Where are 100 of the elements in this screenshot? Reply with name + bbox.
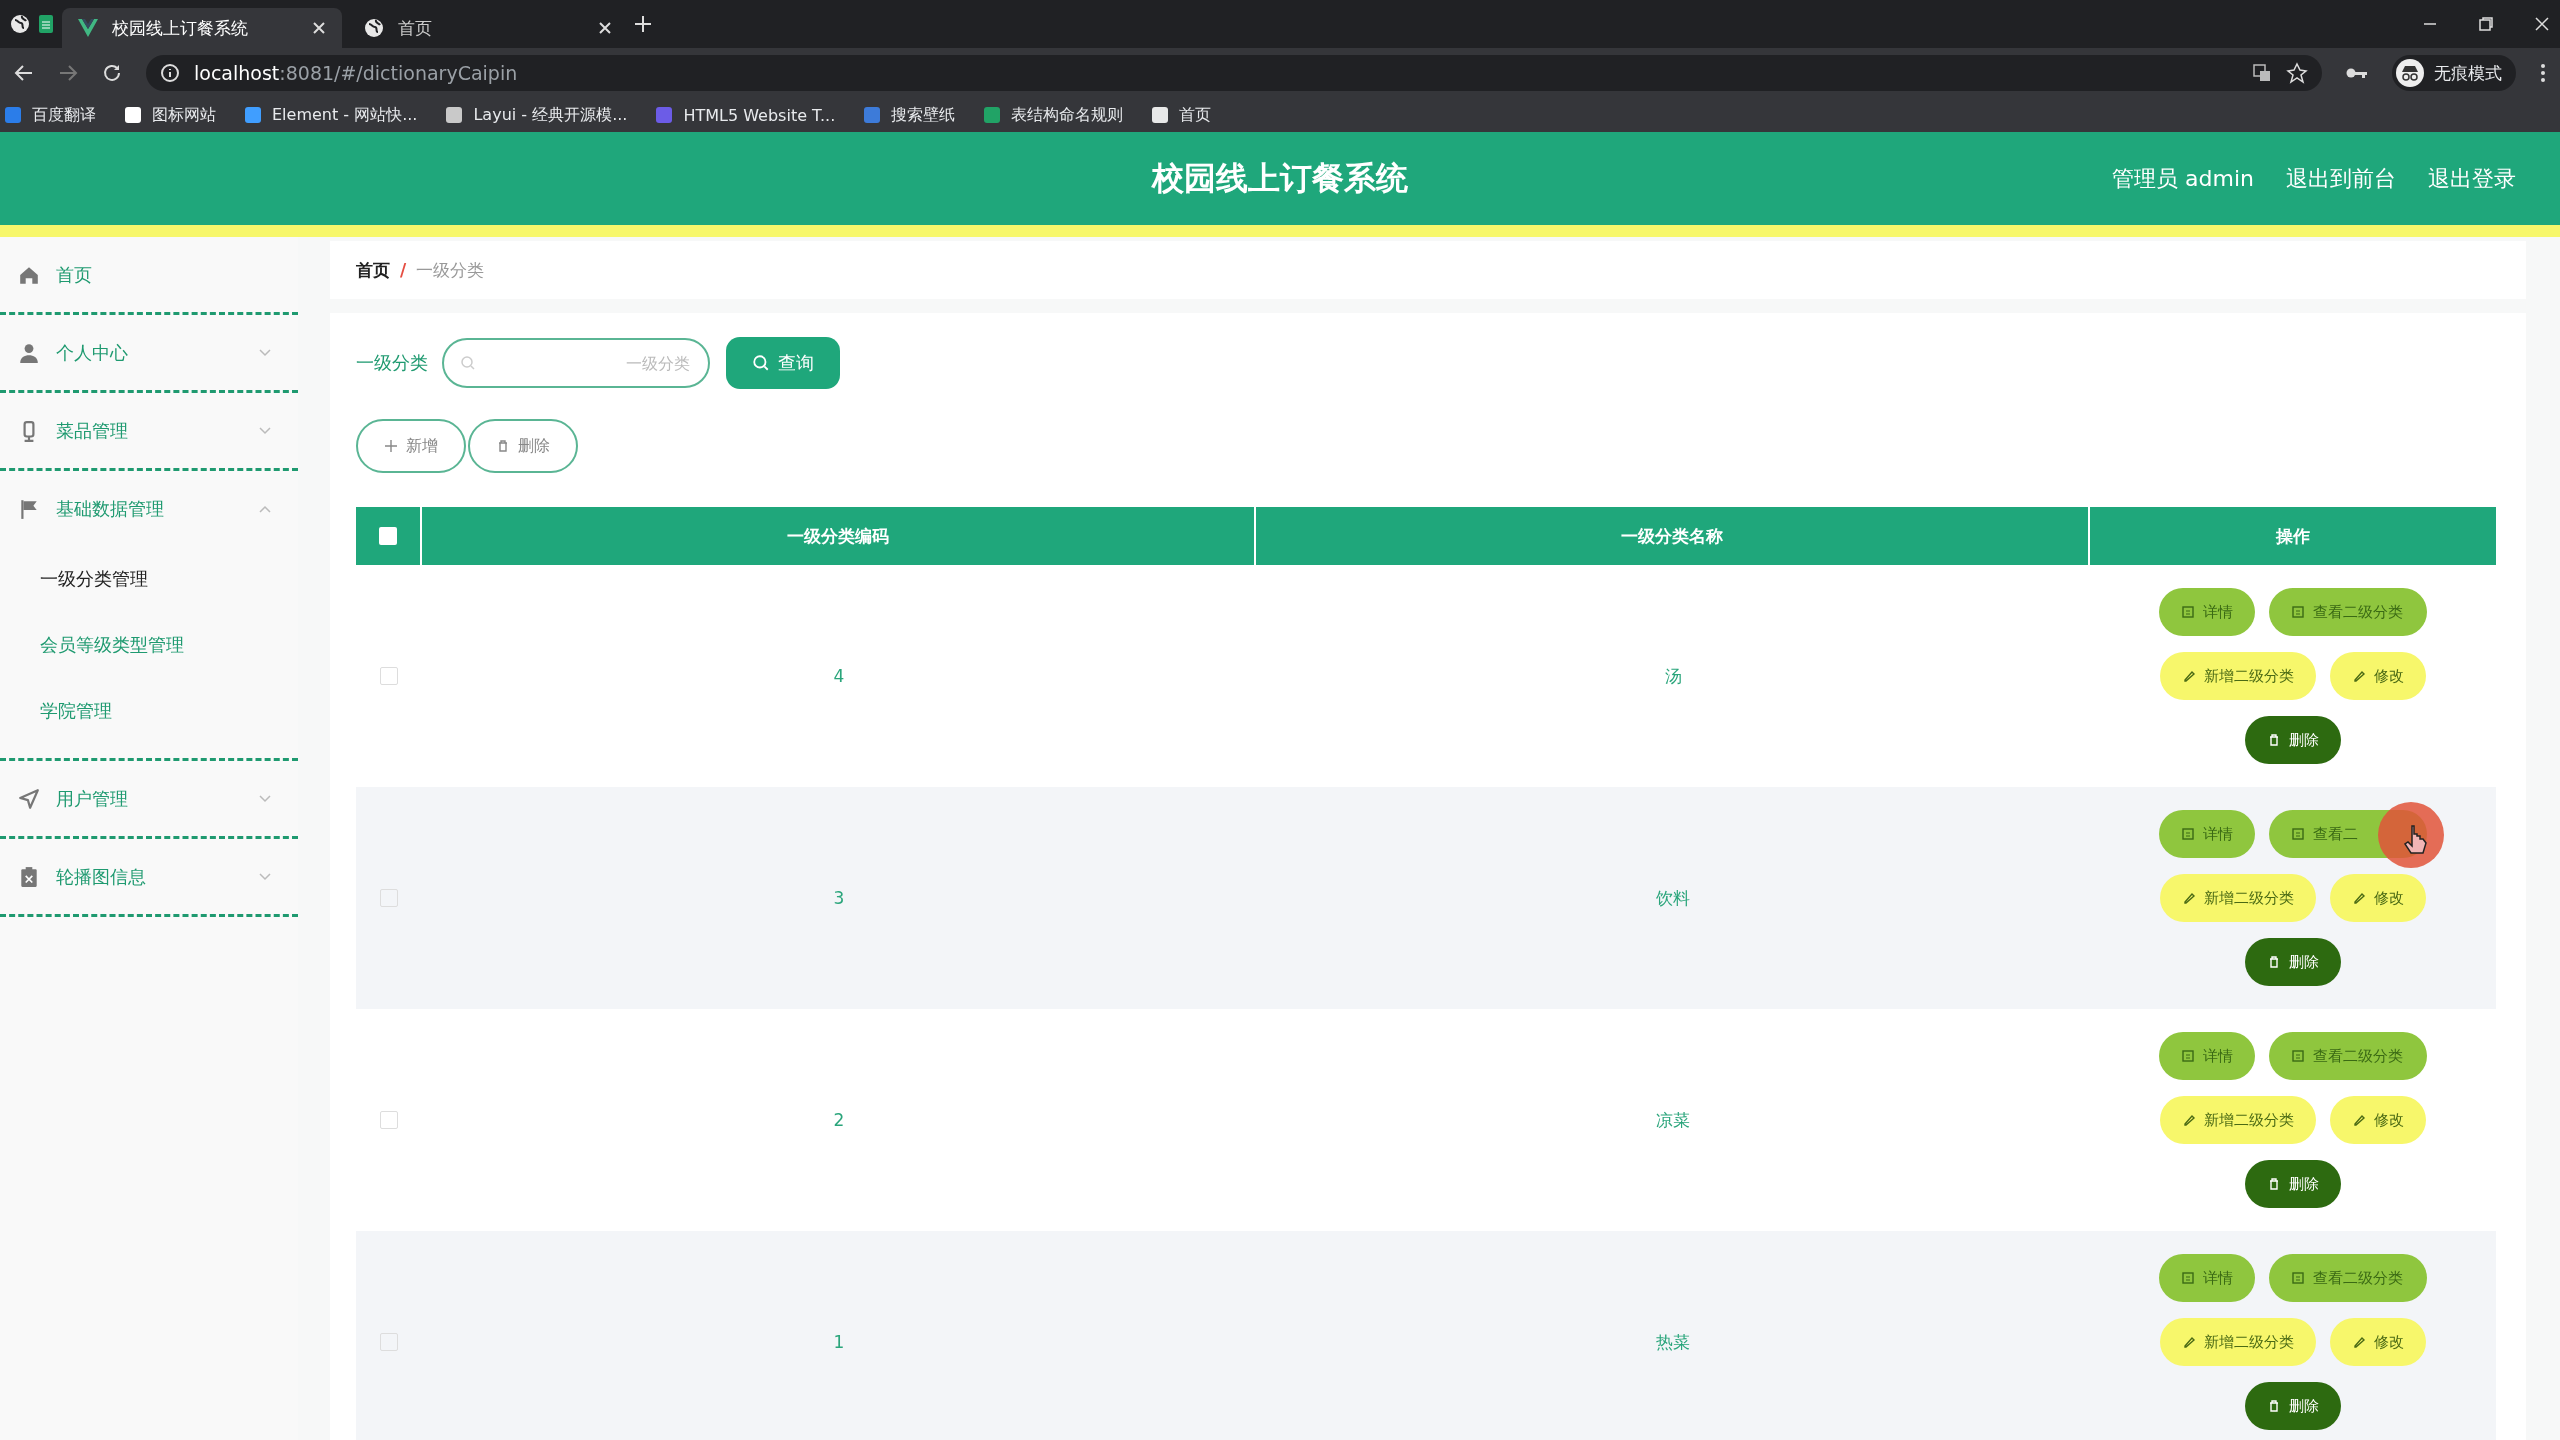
new-tab-icon[interactable] bbox=[634, 15, 652, 33]
trash-icon bbox=[496, 439, 510, 453]
table-cell: 热菜 bbox=[1656, 1330, 1690, 1354]
bookmark[interactable]: 图标网站 bbox=[124, 104, 216, 126]
table-cell: 2 bbox=[833, 1110, 845, 1130]
submenu-item[interactable]: 一级分类管理 bbox=[0, 546, 298, 612]
bookmark[interactable]: 搜索壁纸 bbox=[863, 104, 956, 126]
column-header: 一级分类编码 bbox=[787, 524, 889, 548]
pencil-icon bbox=[2352, 669, 2366, 683]
pencil-icon bbox=[2352, 1335, 2366, 1349]
breadcrumb-current: 一级分类 bbox=[416, 258, 485, 282]
menu-item[interactable]: 用户管理 bbox=[0, 761, 298, 836]
key-icon[interactable] bbox=[2346, 66, 2368, 80]
row-checkbox[interactable] bbox=[380, 889, 398, 907]
bookmark[interactable]: Element - 网站快... bbox=[244, 104, 418, 126]
header-link[interactable]: 退出登录 bbox=[2428, 163, 2516, 194]
more-icon[interactable] bbox=[2540, 63, 2546, 83]
search-icon bbox=[460, 355, 476, 371]
document-icon bbox=[2181, 605, 2195, 619]
document-icon bbox=[2181, 1049, 2195, 1063]
bookmark[interactable]: 百度翻译 bbox=[4, 104, 96, 126]
pencil-icon bbox=[2352, 891, 2366, 905]
submenu-item[interactable]: 学院管理 bbox=[0, 678, 298, 744]
header-checkbox[interactable] bbox=[379, 527, 397, 545]
forward-icon[interactable] bbox=[58, 63, 78, 83]
send-icon bbox=[18, 787, 40, 810]
row-checkbox[interactable] bbox=[380, 667, 398, 685]
app-title: 校园线上订餐系统 bbox=[1152, 158, 1408, 197]
search-button[interactable]: 查询 bbox=[726, 337, 840, 389]
close-icon[interactable] bbox=[2534, 16, 2550, 32]
detail-button[interactable]: 详情 bbox=[2159, 588, 2255, 636]
user-label: 管理员 admin bbox=[2112, 164, 2254, 193]
submenu-item[interactable]: 会员等级类型管理 bbox=[0, 612, 298, 678]
view-button[interactable]: 查看二级分类 bbox=[2269, 1032, 2427, 1080]
delete-button[interactable]: 删除 bbox=[2245, 1382, 2341, 1430]
tab-title: 首页 bbox=[398, 16, 433, 40]
table-cell: 3 bbox=[833, 888, 845, 908]
table-cell: 4 bbox=[833, 666, 845, 686]
browser-tab[interactable]: 首页 bbox=[348, 8, 628, 48]
column-header: 一级分类名称 bbox=[1621, 524, 1723, 548]
edit-button[interactable]: 修改 bbox=[2330, 1318, 2426, 1366]
row-checkbox[interactable] bbox=[380, 1333, 398, 1351]
document-icon bbox=[2181, 1271, 2195, 1285]
header-link[interactable]: 退出到前台 bbox=[2286, 163, 2396, 194]
add-button[interactable]: 新增二级分类 bbox=[2160, 652, 2316, 700]
delete-button[interactable]: 删除 bbox=[2245, 716, 2341, 764]
table-cell: 1 bbox=[833, 1332, 845, 1352]
add-button[interactable]: 新增二级分类 bbox=[2160, 1096, 2316, 1144]
add-button[interactable]: 新增二级分类 bbox=[2160, 874, 2316, 922]
user-icon bbox=[18, 341, 40, 364]
clipboard-icon bbox=[18, 865, 40, 888]
restore-icon[interactable] bbox=[2478, 16, 2494, 32]
edit-button[interactable]: 修改 bbox=[2330, 874, 2426, 922]
breadcrumb-separator: / bbox=[400, 260, 407, 280]
edit-button[interactable]: 修改 bbox=[2330, 1096, 2426, 1144]
reload-icon[interactable] bbox=[102, 63, 122, 83]
row-checkbox[interactable] bbox=[380, 1111, 398, 1129]
back-icon[interactable] bbox=[14, 63, 34, 83]
browser-tab[interactable]: 校园线上订餐系统 bbox=[62, 8, 342, 48]
menu-item[interactable]: 轮播图信息 bbox=[0, 839, 298, 914]
close-icon[interactable] bbox=[598, 21, 612, 35]
delete-button[interactable]: 删除 bbox=[468, 419, 578, 473]
trash-icon bbox=[2267, 733, 2281, 747]
menu-item[interactable]: 菜品管理 bbox=[0, 393, 298, 468]
sheet-icon[interactable] bbox=[36, 14, 56, 34]
star-icon[interactable] bbox=[2286, 62, 2308, 84]
menu-item[interactable]: 个人中心 bbox=[0, 315, 298, 390]
bookmark[interactable]: 表结构命名规则 bbox=[983, 104, 1124, 126]
add-button[interactable]: 新增二级分类 bbox=[2160, 1318, 2316, 1366]
delete-button[interactable]: 删除 bbox=[2245, 938, 2341, 986]
delete-button[interactable]: 删除 bbox=[2245, 1160, 2341, 1208]
search-label: 一级分类 bbox=[356, 351, 428, 375]
edit-button[interactable]: 修改 bbox=[2330, 652, 2426, 700]
view-button[interactable]: 查看二级分类 bbox=[2269, 1254, 2427, 1302]
close-icon[interactable] bbox=[312, 21, 326, 35]
bookmark[interactable]: 首页 bbox=[1151, 104, 1212, 126]
translate-icon[interactable] bbox=[2252, 63, 2272, 83]
add-button[interactable]: 新增 bbox=[356, 419, 466, 473]
menu-item[interactable]: 首页 bbox=[0, 237, 298, 312]
detail-button[interactable]: 详情 bbox=[2159, 810, 2255, 858]
table-cell: 汤 bbox=[1664, 664, 1682, 688]
detail-button[interactable]: 详情 bbox=[2159, 1032, 2255, 1080]
breadcrumb-link[interactable]: 首页 bbox=[356, 258, 390, 282]
view-button[interactable]: 查看二级分类 bbox=[2269, 588, 2427, 636]
document-icon bbox=[2291, 827, 2305, 841]
incognito-profile[interactable]: 无痕模式 bbox=[2392, 55, 2516, 91]
menu-item[interactable]: 基础数据管理 bbox=[0, 471, 298, 546]
table-cell: 凉菜 bbox=[1656, 1108, 1690, 1132]
pencil-icon bbox=[2182, 1335, 2196, 1349]
document-icon bbox=[2291, 605, 2305, 619]
info-icon bbox=[160, 63, 180, 83]
detail-button[interactable]: 详情 bbox=[2159, 1254, 2255, 1302]
pencil-icon bbox=[2182, 891, 2196, 905]
globe-icon bbox=[364, 18, 384, 38]
document-icon bbox=[2181, 827, 2195, 841]
address-bar[interactable]: localhost:8081/#/dictionaryCaipin bbox=[146, 55, 2322, 91]
bookmark[interactable]: HTML5 Website T... bbox=[655, 105, 836, 125]
bookmark[interactable]: Layui - 经典开源模... bbox=[445, 104, 628, 126]
browser-menu-icon[interactable] bbox=[10, 14, 30, 34]
trash-icon bbox=[2267, 1177, 2281, 1191]
